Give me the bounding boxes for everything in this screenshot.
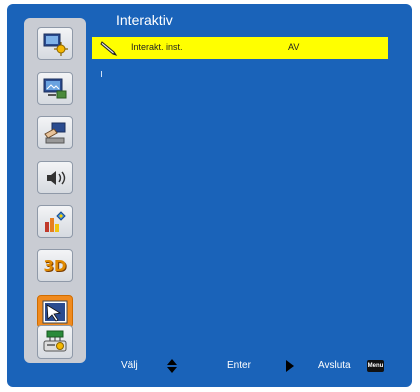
footer-enter-label: Enter [227,360,251,371]
menu-key-icon: Menu [367,360,384,372]
sidebar-item-display[interactable] [37,27,73,60]
interactive-icon [42,300,68,323]
footer-exit-label: Avsluta [318,360,351,371]
pen-icon [100,41,118,56]
screen-icon [43,78,67,98]
sidebar-item-volume[interactable] [37,161,73,194]
menu-row-label: Interakt. inst. [131,42,183,52]
divider-tick [101,71,102,77]
volume-icon [47,170,66,185]
up-down-arrow-icon [167,359,177,373]
sidebar-item-options[interactable] [37,205,73,238]
setup-icon [44,122,66,143]
sidebar-item-setup[interactable] [37,116,73,149]
osd-menu-panel: 3D [7,4,412,387]
right-arrow-icon [286,360,294,372]
sidebar-item-network[interactable] [37,325,73,359]
sidebar-item-3d[interactable]: 3D [37,249,73,282]
footer-select-label: Välj [121,360,138,371]
sidebar-item-interactive[interactable] [37,295,73,328]
network-icon [43,330,67,352]
page-title: Interaktiv [116,12,173,28]
options-icon [45,210,66,232]
sidebar-item-screen[interactable] [37,72,73,105]
3d-icon: 3D [43,256,67,275]
display-image-icon [43,33,68,56]
menu-row-interactive-settings[interactable]: Interakt. inst. AV [92,37,388,59]
menu-row-value: AV [288,42,300,52]
sidebar: 3D [24,18,86,363]
